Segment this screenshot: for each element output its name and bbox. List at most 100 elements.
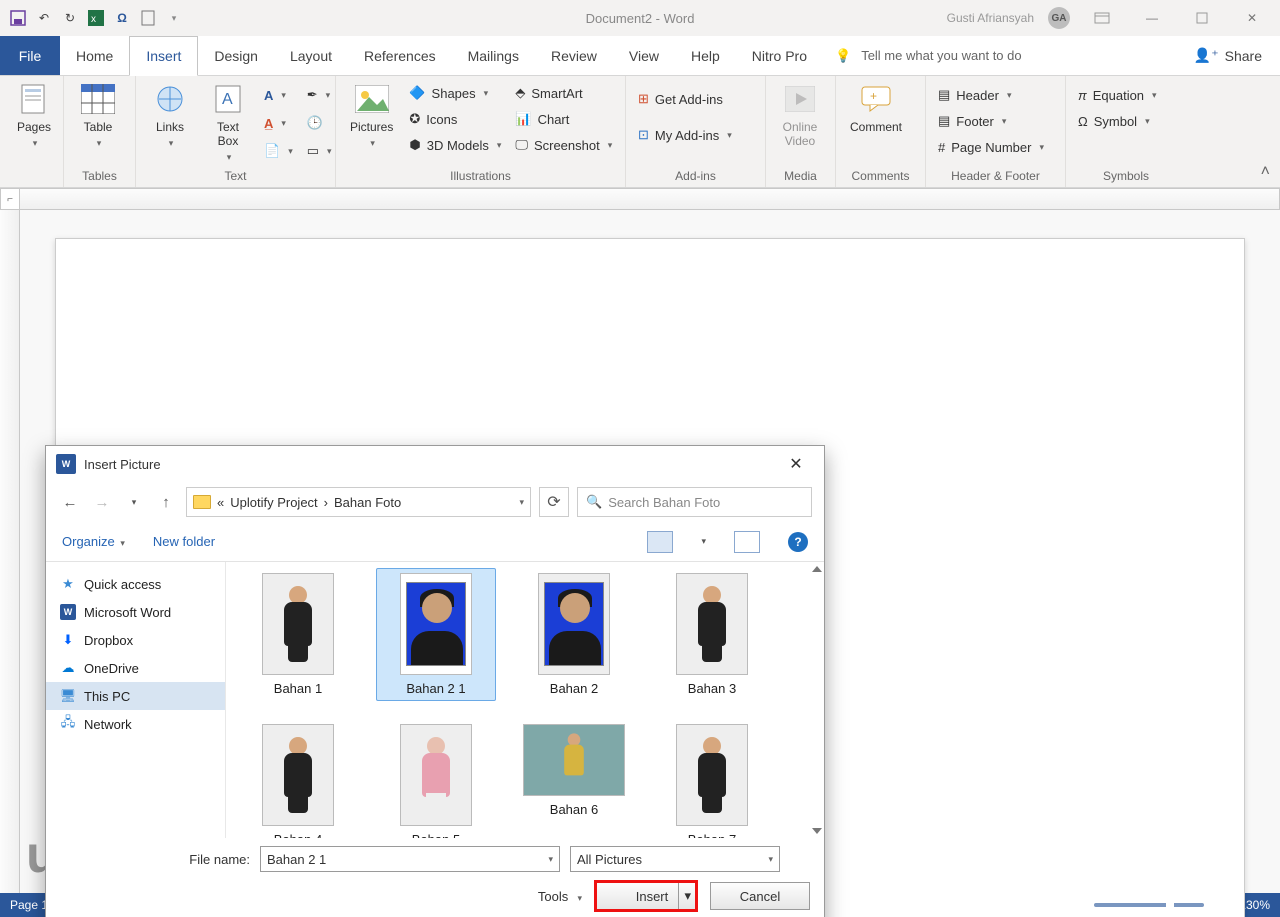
share-button[interactable]: 👤⁺ Share (1176, 36, 1280, 75)
file-thumb[interactable]: Bahan 5 (376, 719, 496, 838)
tab-references[interactable]: References (348, 36, 452, 75)
tab-design[interactable]: Design (198, 36, 274, 75)
file-thumb[interactable]: Bahan 3 (652, 568, 772, 701)
models-button[interactable]: ⬢3D Models▾ (405, 132, 505, 158)
nav-thispc[interactable]: 🖥This PC (46, 682, 225, 710)
nav-dropbox[interactable]: ⬇Dropbox (46, 626, 225, 654)
tab-file[interactable]: File (0, 36, 60, 75)
file-thumb[interactable]: Bahan 7 (652, 719, 772, 838)
tab-review[interactable]: Review (535, 36, 613, 75)
help-button[interactable]: ? (788, 532, 808, 552)
nav-recent-dropdown[interactable]: ▾ (122, 497, 146, 508)
nav-forward-button[interactable]: → (90, 494, 114, 511)
online-video-button[interactable]: Online Video (774, 80, 826, 150)
insert-split-icon[interactable]: ▾ (678, 883, 696, 909)
tab-help[interactable]: Help (675, 36, 736, 75)
textbox-button[interactable]: AText Box▾ (202, 80, 254, 165)
file-thumb[interactable]: Bahan 1 (238, 568, 358, 701)
links-button[interactable]: Links▾ (144, 80, 196, 151)
cancel-button[interactable]: Cancel (710, 882, 810, 910)
ribbon-display-icon[interactable] (1084, 4, 1120, 32)
symbol-button[interactable]: ΩSymbol▾ (1074, 108, 1161, 134)
tab-layout[interactable]: Layout (274, 36, 348, 75)
tab-mailings[interactable]: Mailings (452, 36, 535, 75)
file-thumb[interactable]: Bahan 4 (238, 719, 358, 838)
file-thumb[interactable]: Bahan 2 (514, 568, 634, 701)
comment-button[interactable]: +Comment (844, 80, 908, 136)
excel-icon[interactable]: x (88, 10, 104, 26)
nav-up-button[interactable]: ↑ (154, 494, 178, 511)
nav-quick-access[interactable]: ★Quick access (46, 570, 225, 598)
ruler-corner[interactable]: ⌐ (0, 188, 20, 210)
quickparts-button[interactable]: 📄▾ (260, 138, 297, 164)
screenshot-button[interactable]: 🖵Screenshot▾ (511, 132, 616, 158)
header-button[interactable]: ▤Header▾ (934, 82, 1048, 108)
table-button[interactable]: Table▾ (72, 80, 124, 151)
pages-button[interactable]: Pages▾ (8, 80, 60, 151)
tell-me-search[interactable]: 💡 Tell me what you want to do (823, 36, 1176, 75)
dialog-close-button[interactable]: ✕ (778, 450, 814, 478)
user-avatar[interactable]: GA (1048, 7, 1070, 29)
zoom-slider[interactable] (1094, 903, 1204, 907)
collapse-ribbon-icon[interactable]: ˄ (1261, 163, 1270, 181)
shapes-button[interactable]: 🔷Shapes▾ (405, 80, 505, 106)
vertical-ruler[interactable] (0, 210, 20, 893)
tab-insert[interactable]: Insert (129, 36, 198, 76)
file-thumb[interactable]: Bahan 6 (514, 719, 634, 838)
equation-button[interactable]: πEquation▾ (1074, 82, 1161, 108)
tab-nitro[interactable]: Nitro Pro (736, 36, 823, 75)
tools-button[interactable]: Tools ▾ (538, 889, 582, 904)
pagenum-button[interactable]: #Page Number▾ (934, 134, 1048, 160)
screenshot-icon: 🖵 (515, 137, 528, 153)
wordart-button[interactable]: A▾ (260, 82, 297, 108)
undo-icon[interactable]: ↶ (36, 10, 52, 26)
close-window-icon[interactable]: ✕ (1234, 4, 1270, 32)
tab-home[interactable]: Home (60, 36, 129, 75)
datetime-button[interactable]: 🕒 (303, 110, 336, 136)
nav-word[interactable]: WMicrosoft Word (46, 598, 225, 626)
dropbox-icon: ⬇ (60, 632, 76, 648)
view-dropdown-icon[interactable]: ▾ (701, 536, 706, 547)
preview-pane-button[interactable] (734, 531, 760, 553)
my-addins-button[interactable]: ⊡My Add-ins▾ (634, 122, 736, 148)
address-dropdown-icon[interactable]: ▾ (519, 497, 524, 508)
crumb-2[interactable]: Bahan Foto (334, 495, 401, 510)
nav-network[interactable]: 🖧Network (46, 710, 225, 738)
minimize-icon[interactable]: — (1134, 4, 1170, 32)
file-scrollbar[interactable] (812, 566, 822, 834)
doc-icon[interactable] (140, 10, 156, 26)
header-icon: ▤ (938, 87, 950, 103)
word-icon: W (56, 454, 76, 474)
signature-button[interactable]: ✒▾ (303, 82, 336, 108)
zoom-thumb[interactable] (1166, 899, 1174, 911)
redo-icon[interactable]: ↻ (62, 10, 78, 26)
new-folder-button[interactable]: New folder (153, 534, 215, 549)
view-mode-button[interactable] (647, 531, 673, 553)
nav-back-button[interactable]: ← (58, 494, 82, 511)
tab-view[interactable]: View (613, 36, 675, 75)
filter-combo[interactable]: All Pictures▾ (570, 846, 780, 872)
object-button[interactable]: ▭▾ (303, 138, 336, 164)
horizontal-ruler[interactable] (20, 188, 1280, 210)
file-thumb-selected[interactable]: Bahan 2 1 (376, 568, 496, 701)
dropcap-button[interactable]: A̲▾ (260, 110, 297, 136)
insert-button[interactable]: Insert▾ (596, 882, 696, 910)
icons-button[interactable]: ✪Icons (405, 106, 505, 132)
footer-button[interactable]: ▤Footer▾ (934, 108, 1048, 134)
pictures-button[interactable]: Pictures▾ (344, 80, 399, 151)
save-icon[interactable] (10, 10, 26, 26)
organize-button[interactable]: Organize ▾ (62, 534, 125, 549)
chart-button[interactable]: 📊Chart (511, 106, 616, 132)
address-bar[interactable]: « Uplotify Project › Bahan Foto ▾ (186, 487, 531, 517)
get-addins-button[interactable]: ⊞Get Add-ins (634, 86, 736, 112)
maximize-icon[interactable] (1184, 4, 1220, 32)
smartart-button[interactable]: ⬘SmartArt (511, 80, 616, 106)
omega-icon[interactable]: Ω (114, 10, 130, 26)
nav-onedrive[interactable]: ☁OneDrive (46, 654, 225, 682)
crumb-1[interactable]: Uplotify Project (230, 495, 317, 510)
qat-customize-icon[interactable]: ▾ (166, 10, 182, 26)
filename-combo[interactable]: Bahan 2 1▾ (260, 846, 560, 872)
refresh-button[interactable]: ⟳ (539, 487, 569, 517)
search-input[interactable]: 🔍 Search Bahan Foto (577, 487, 812, 517)
symbol-label: Symbol (1094, 114, 1137, 129)
